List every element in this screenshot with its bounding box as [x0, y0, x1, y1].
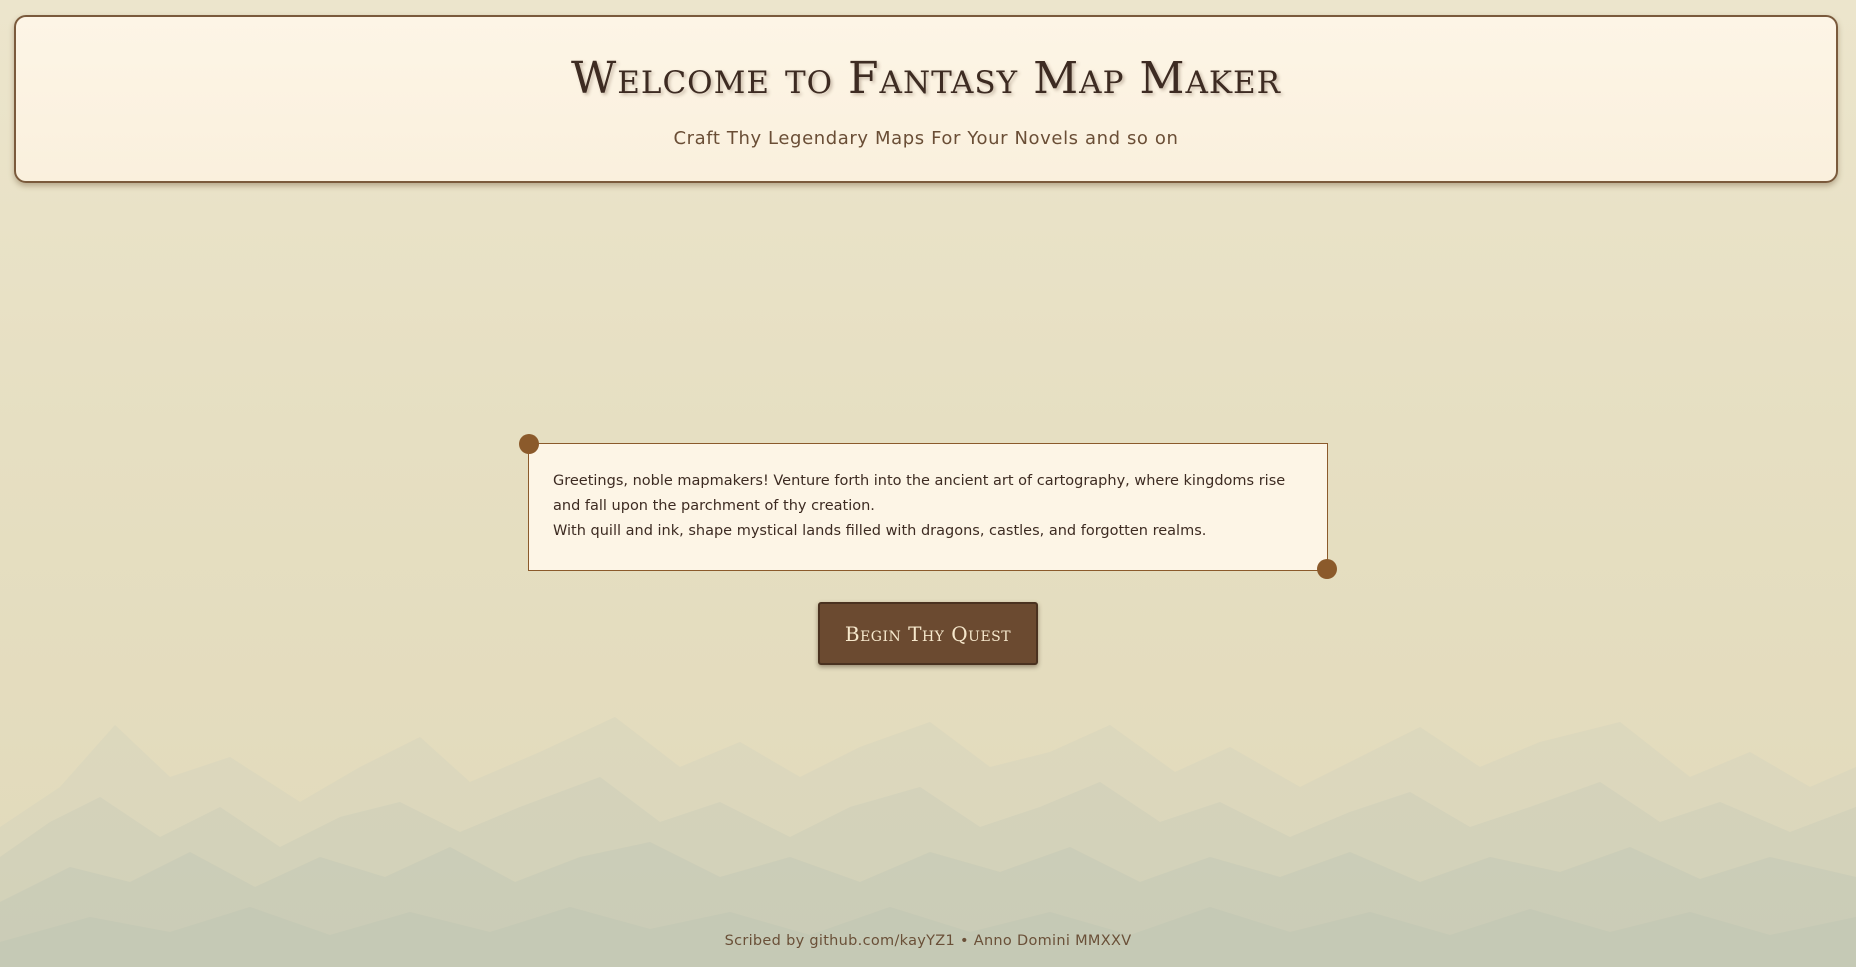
corner-dot-icon	[519, 434, 539, 454]
intro-text-line-1: Greetings, noble mapmakers! Venture fort…	[553, 473, 1286, 514]
intro-scroll: Greetings, noble mapmakers! Venture fort…	[528, 443, 1328, 571]
page-subtitle: Craft Thy Legendary Maps For Your Novels…	[673, 128, 1179, 149]
intro-text-line-2: With quill and ink, shape mystical lands…	[553, 523, 1207, 539]
welcome-header: Welcome to Fantasy Map Maker Craft Thy L…	[14, 15, 1838, 183]
page-title: Welcome to Fantasy Map Maker	[571, 53, 1281, 104]
corner-dot-icon	[1317, 559, 1337, 579]
begin-quest-button[interactable]: Begin Thy Quest	[818, 602, 1038, 665]
mountain-range-icon	[0, 717, 1856, 967]
footer-credits: Scribed by github.com/kayYZ1 • Anno Domi…	[724, 933, 1132, 949]
